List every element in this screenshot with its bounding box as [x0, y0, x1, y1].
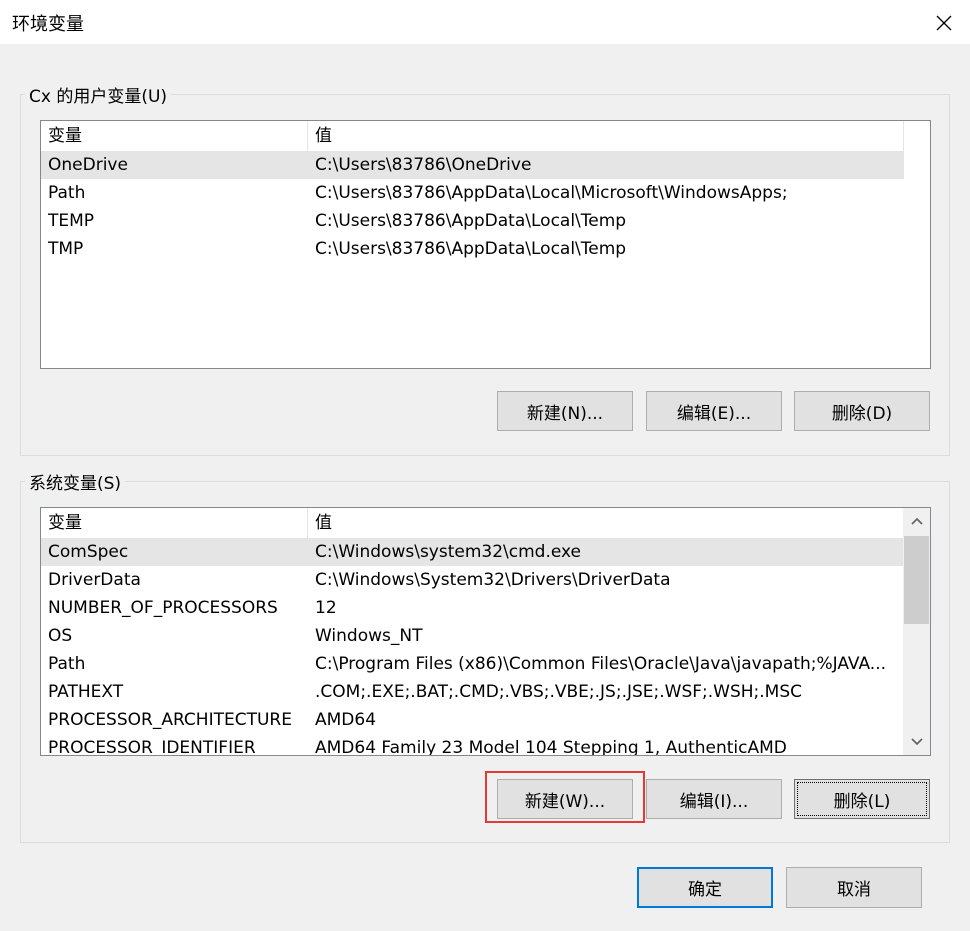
user-variables-label: Cx 的用户变量(U): [25, 82, 172, 107]
variable-name-cell: PATHEXT: [48, 682, 124, 702]
system-list-body: ComSpec C:\Windows\system32\cmd.exe Driver…: [41, 538, 903, 756]
table-row[interactable]: OneDrive C:\Users\83786\OneDrive: [41, 151, 904, 179]
variable-value-cell: C:\Users\83786\AppData\Local\Temp: [315, 211, 627, 231]
title-bar: 环境变量: [0, 0, 970, 44]
table-row[interactable]: DriverData C:\Windows\System32\Drivers\Dr…: [41, 566, 903, 594]
system-edit-button[interactable]: 编辑(I)...: [646, 779, 782, 819]
variable-name-cell: Path: [48, 183, 86, 203]
highlight-annotation: [485, 771, 645, 823]
variable-name-cell: DriverData: [48, 570, 141, 590]
variable-value-cell: C:\Users\83786\OneDrive: [315, 155, 532, 175]
user-variables-list[interactable]: 变量 值 OneDrive C:\Users\83786\OneDrive Path…: [40, 120, 931, 369]
variable-value-cell: C:\Users\83786\AppData\Local\Temp: [315, 239, 627, 259]
column-header-value[interactable]: 值: [308, 508, 904, 538]
chevron-up-icon: [910, 517, 923, 525]
close-button[interactable]: [922, 4, 966, 42]
ok-button[interactable]: 确定: [637, 867, 773, 908]
user-list-body: OneDrive C:\Users\83786\OneDrive Path C:\Us…: [41, 151, 904, 263]
user-list-header: 变量 值: [41, 121, 904, 151]
table-row[interactable]: OS Windows_NT: [41, 622, 903, 650]
variable-name-cell: ComSpec: [48, 542, 129, 562]
chevron-down-icon: [910, 738, 923, 746]
table-row[interactable]: PROCESSOR_ARCHITECTURE AMD64: [41, 706, 903, 734]
variable-name-cell: PROCESSOR_IDENTIFIER: [48, 738, 256, 756]
user-new-button[interactable]: 新建(N)...: [497, 391, 633, 431]
system-variables-list[interactable]: 变量 值 ComSpec C:\Windows\system32\cmd.exe D…: [40, 507, 931, 756]
system-list-header: 变量 值: [41, 508, 904, 538]
table-row[interactable]: TEMP C:\Users\83786\AppData\Local\Temp: [41, 207, 904, 235]
variable-name-cell: Path: [48, 654, 86, 674]
variable-value-cell: C:\Windows\system32\cmd.exe: [315, 542, 582, 562]
system-variables-label: 系统变量(S): [25, 469, 126, 494]
variable-name-cell: TMP: [48, 239, 84, 259]
variable-value-cell: C:\Windows\System32\Drivers\DriverData: [315, 570, 671, 590]
table-row[interactable]: ComSpec C:\Windows\system32\cmd.exe: [41, 538, 903, 566]
scroll-up-button[interactable]: [903, 508, 930, 534]
scroll-thumb[interactable]: [904, 536, 929, 624]
variable-value-cell: C:\Users\83786\AppData\Local\Microsoft\W…: [315, 183, 788, 203]
table-row[interactable]: PATHEXT .COM;.EXE;.BAT;.CMD;.VBS;.VBE;.JS…: [41, 678, 903, 706]
variable-name-cell: PROCESSOR_ARCHITECTURE: [48, 710, 292, 730]
cancel-button[interactable]: 取消: [786, 867, 922, 908]
column-header-variable[interactable]: 变量: [41, 121, 308, 151]
variable-value-cell: C:\Program Files (x86)\Common Files\Orac…: [315, 654, 887, 674]
user-edit-button[interactable]: 编辑(E)...: [646, 391, 782, 431]
variable-value-cell: AMD64: [315, 710, 377, 730]
system-delete-button[interactable]: 删除(L): [794, 779, 930, 819]
variable-name-cell: OneDrive: [48, 155, 128, 175]
user-delete-button[interactable]: 删除(D): [794, 391, 930, 431]
table-row[interactable]: TMP C:\Users\83786\AppData\Local\Temp: [41, 235, 904, 263]
variable-value-cell: AMD64 Family 23 Model 104 Stepping 1, Au…: [315, 738, 787, 756]
close-icon: [936, 15, 952, 31]
scroll-down-button[interactable]: [903, 729, 930, 755]
table-row[interactable]: Path C:\Users\83786\AppData\Local\Microso…: [41, 179, 904, 207]
column-header-variable[interactable]: 变量: [41, 508, 308, 538]
variable-value-cell: 12: [315, 598, 337, 618]
variable-name-cell: TEMP: [48, 211, 95, 231]
table-row[interactable]: Path C:\Program Files (x86)\Common Files\…: [41, 650, 903, 678]
variable-name-cell: OS: [48, 626, 73, 646]
variable-value-cell: Windows_NT: [315, 626, 423, 646]
system-list-scrollbar[interactable]: [903, 508, 930, 755]
table-row[interactable]: NUMBER_OF_PROCESSORS 12: [41, 594, 903, 622]
variable-value-cell: .COM;.EXE;.BAT;.CMD;.VBS;.VBE;.JS;.JSE;.…: [315, 682, 803, 702]
column-header-value[interactable]: 值: [308, 121, 904, 151]
table-row[interactable]: PROCESSOR_IDENTIFIER AMD64 Family 23 Mode…: [41, 734, 903, 756]
window-title: 环境变量: [12, 14, 84, 35]
variable-name-cell: NUMBER_OF_PROCESSORS: [48, 598, 278, 618]
